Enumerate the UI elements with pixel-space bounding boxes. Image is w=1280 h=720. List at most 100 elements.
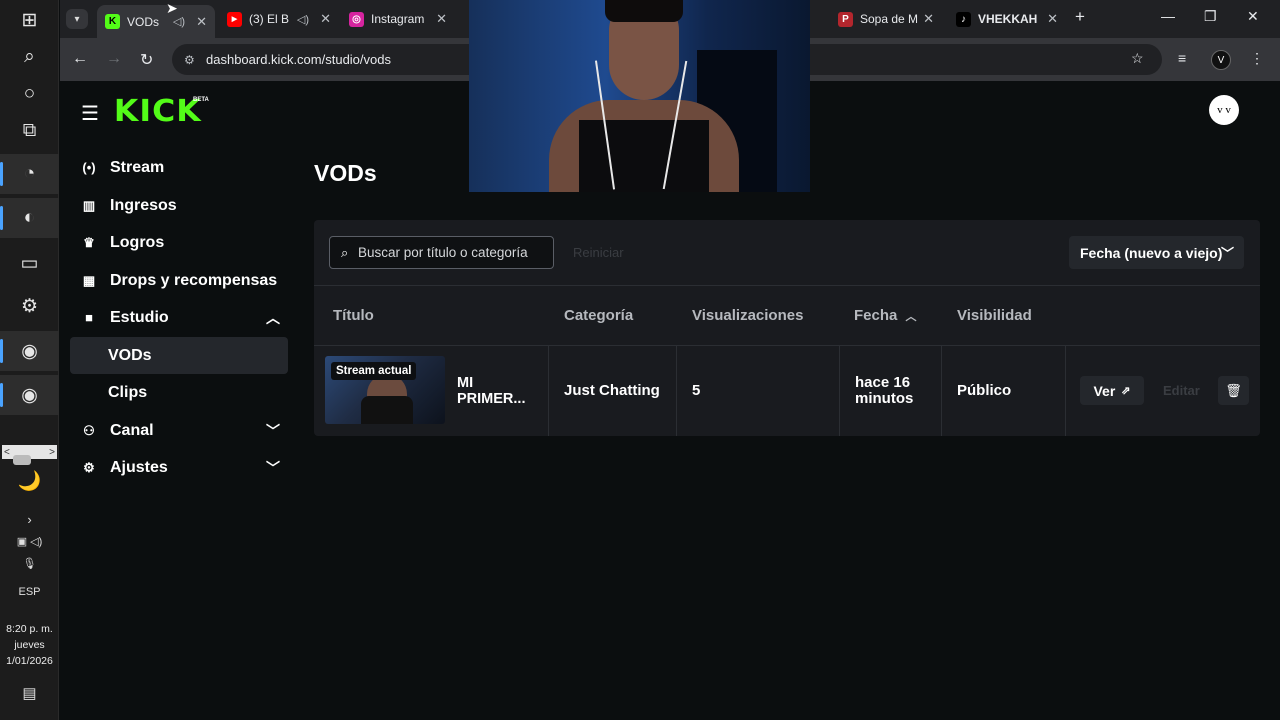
- taskbar-scrollbar[interactable]: < >: [2, 445, 57, 465]
- sidebar-item-logros[interactable]: ♛ Logros: [70, 224, 288, 261]
- sidebar-item-drops[interactable]: ▦ Drops y recompensas: [70, 262, 288, 299]
- tray-expand-icon[interactable]: ›: [0, 512, 59, 527]
- sidebar-item-label: Canal: [110, 421, 154, 439]
- sidebar-item-ingresos[interactable]: ▥ Ingresos: [70, 187, 288, 224]
- view-button[interactable]: Ver ⇗: [1080, 376, 1144, 405]
- tab-youtube[interactable]: ▶ (3) El B ◁) ✕: [219, 5, 339, 33]
- windows-start-icon[interactable]: ⊞: [0, 0, 59, 40]
- close-tab-icon[interactable]: ✕: [196, 14, 207, 30]
- sidebar-item-vods[interactable]: VODs: [70, 337, 288, 374]
- hamburger-menu-icon[interactable]: ☰: [81, 101, 99, 126]
- cortana-icon[interactable]: ○: [0, 74, 59, 114]
- tab-label: Instagram: [371, 12, 425, 26]
- vods-panel: ⌕ Buscar por título o categoría Reinicia…: [314, 220, 1260, 436]
- tab-label: (3) El B: [249, 12, 290, 26]
- page-favicon-icon: P: [838, 11, 853, 27]
- tab-search-icon[interactable]: ▾: [66, 9, 88, 29]
- sidebar-item-canal[interactable]: ⚇ Canal ﹀: [70, 412, 288, 449]
- scroll-left-icon[interactable]: <: [4, 447, 10, 458]
- network-volume-icon[interactable]: ▣ ◁): [0, 535, 59, 548]
- table-header: Título Categoría Visualizaciones Fecha ︿…: [314, 285, 1260, 346]
- chrome-profile-icon[interactable]: ◉: [0, 375, 59, 415]
- file-explorer-icon[interactable]: ▭: [0, 243, 59, 283]
- tab-tiktok[interactable]: ♪ VHEKKAH ✕: [948, 5, 1066, 33]
- tab-label: VODs: [127, 14, 160, 29]
- youtube-favicon-icon: ▶: [227, 11, 242, 27]
- close-tab-icon[interactable]: ✕: [436, 11, 447, 27]
- column-header-visibility[interactable]: Visibilidad: [957, 307, 1032, 324]
- sort-up-icon: ︿: [905, 311, 917, 323]
- column-header-category[interactable]: Categoría: [564, 307, 633, 324]
- windows-taskbar: ⊞ ⌕ ○ ⧉ ◔ ◐ ▭ ⚙ ◉ ◉ < > 🌙 › ▣ ◁) 🎙 ESP 8…: [0, 0, 59, 720]
- new-tab-icon[interactable]: +: [1075, 7, 1085, 27]
- chevron-up-icon[interactable]: ︿: [266, 308, 280, 328]
- user-avatar[interactable]: v v: [1209, 95, 1239, 125]
- clock-time: 8:20 p. m.: [6, 623, 53, 635]
- edge-icon[interactable]: ◐: [0, 198, 59, 238]
- column-header-views[interactable]: Visualizaciones: [692, 307, 803, 324]
- clock-day: jueves: [14, 639, 45, 651]
- task-view-icon[interactable]: ⧉: [0, 111, 59, 151]
- delete-button[interactable]: 🗑: [1218, 376, 1249, 405]
- sort-dropdown[interactable]: Fecha (nuevo a viejo) ﹀: [1069, 236, 1244, 269]
- reload-icon[interactable]: ↻: [140, 50, 153, 70]
- settings-icon[interactable]: ⚙: [0, 286, 59, 326]
- tab-sopa[interactable]: P Sopa de M ✕: [830, 5, 942, 33]
- chevron-down-icon[interactable]: ﹀: [266, 458, 280, 478]
- column-header-title[interactable]: Título: [333, 307, 374, 324]
- column-header-date[interactable]: Fecha ︿: [854, 307, 917, 324]
- browser-menu-icon[interactable]: ⋮: [1250, 50, 1264, 67]
- microphone-icon[interactable]: 🎙: [0, 557, 59, 570]
- minimize-icon[interactable]: —: [1161, 8, 1175, 24]
- kick-favicon-icon: K: [105, 14, 120, 29]
- profile-avatar[interactable]: V: [1211, 50, 1231, 70]
- sidebar-item-ajustes[interactable]: ⚙ Ajustes ﹀: [70, 449, 288, 486]
- search-input[interactable]: ⌕ Buscar por título o categoría: [329, 236, 554, 269]
- edit-button[interactable]: Editar: [1163, 383, 1200, 398]
- webcam-person-shirt: [579, 120, 709, 192]
- vod-category: Just Chatting: [564, 382, 660, 399]
- close-tab-icon[interactable]: ✕: [320, 11, 331, 27]
- tab-label: VHEKKAH: [978, 12, 1038, 26]
- reset-button[interactable]: Reiniciar: [573, 245, 624, 260]
- scroll-right-icon[interactable]: >: [49, 447, 55, 458]
- vod-title[interactable]: MI PRIMER...: [457, 375, 537, 407]
- vod-date: hace 16 minutos: [855, 374, 914, 407]
- close-tab-icon[interactable]: ✕: [923, 11, 934, 27]
- close-tab-icon[interactable]: ✕: [1047, 11, 1058, 27]
- restore-icon[interactable]: ❐: [1204, 8, 1217, 25]
- sidebar-item-label: VODs: [108, 346, 152, 364]
- sidebar-item-label: Ingresos: [110, 196, 177, 214]
- media-control-icon[interactable]: ≡: [1178, 50, 1186, 66]
- search-icon[interactable]: ⌕: [0, 37, 59, 77]
- sidebar-item-label: Drops y recompensas: [110, 271, 278, 289]
- external-link-icon: ⇗: [1121, 385, 1131, 397]
- chevron-down-icon[interactable]: ﹀: [266, 421, 280, 441]
- sidebar-item-estudio[interactable]: ■ Estudio ︿: [70, 299, 288, 336]
- bookmark-star-icon[interactable]: ☆: [1131, 50, 1144, 67]
- weather-moon-icon[interactable]: 🌙: [0, 461, 59, 501]
- forward-icon[interactable]: →: [106, 50, 122, 68]
- chrome-icon[interactable]: ◉: [0, 331, 59, 371]
- language-indicator[interactable]: ESP: [0, 586, 59, 598]
- search-icon: ⌕: [341, 245, 349, 260]
- table-row[interactable]: Stream actual MI PRIMER... Just Chatting…: [314, 346, 1260, 436]
- sort-label: Fecha (nuevo a viejo): [1080, 244, 1223, 261]
- tab-vods[interactable]: K VODs ◁) ✕: [97, 5, 215, 38]
- kick-logo[interactable]: KICK: [114, 94, 202, 129]
- vod-visibility: Público: [957, 382, 1012, 399]
- clock[interactable]: 8:20 p. m. jueves 1/01/2026: [0, 621, 59, 669]
- sidebar-item-label: Ajustes: [110, 458, 168, 476]
- cell-divider: [839, 346, 840, 436]
- vod-thumbnail[interactable]: Stream actual: [325, 356, 445, 424]
- back-icon[interactable]: ←: [72, 50, 88, 68]
- tab-instagram[interactable]: ◎ Instagram ✕: [341, 5, 455, 33]
- site-info-icon[interactable]: ⚙: [184, 53, 195, 67]
- sidebar-item-stream[interactable]: (•) Stream: [70, 149, 288, 186]
- taskbar-app-icon[interactable]: ◔: [0, 154, 59, 194]
- sidebar-item-clips[interactable]: Clips: [70, 374, 288, 411]
- cell-divider: [676, 346, 677, 436]
- sidebar-item-label: Logros: [110, 233, 165, 251]
- notification-icon[interactable]: ▤: [0, 684, 59, 702]
- window-close-icon[interactable]: ✕: [1247, 8, 1259, 25]
